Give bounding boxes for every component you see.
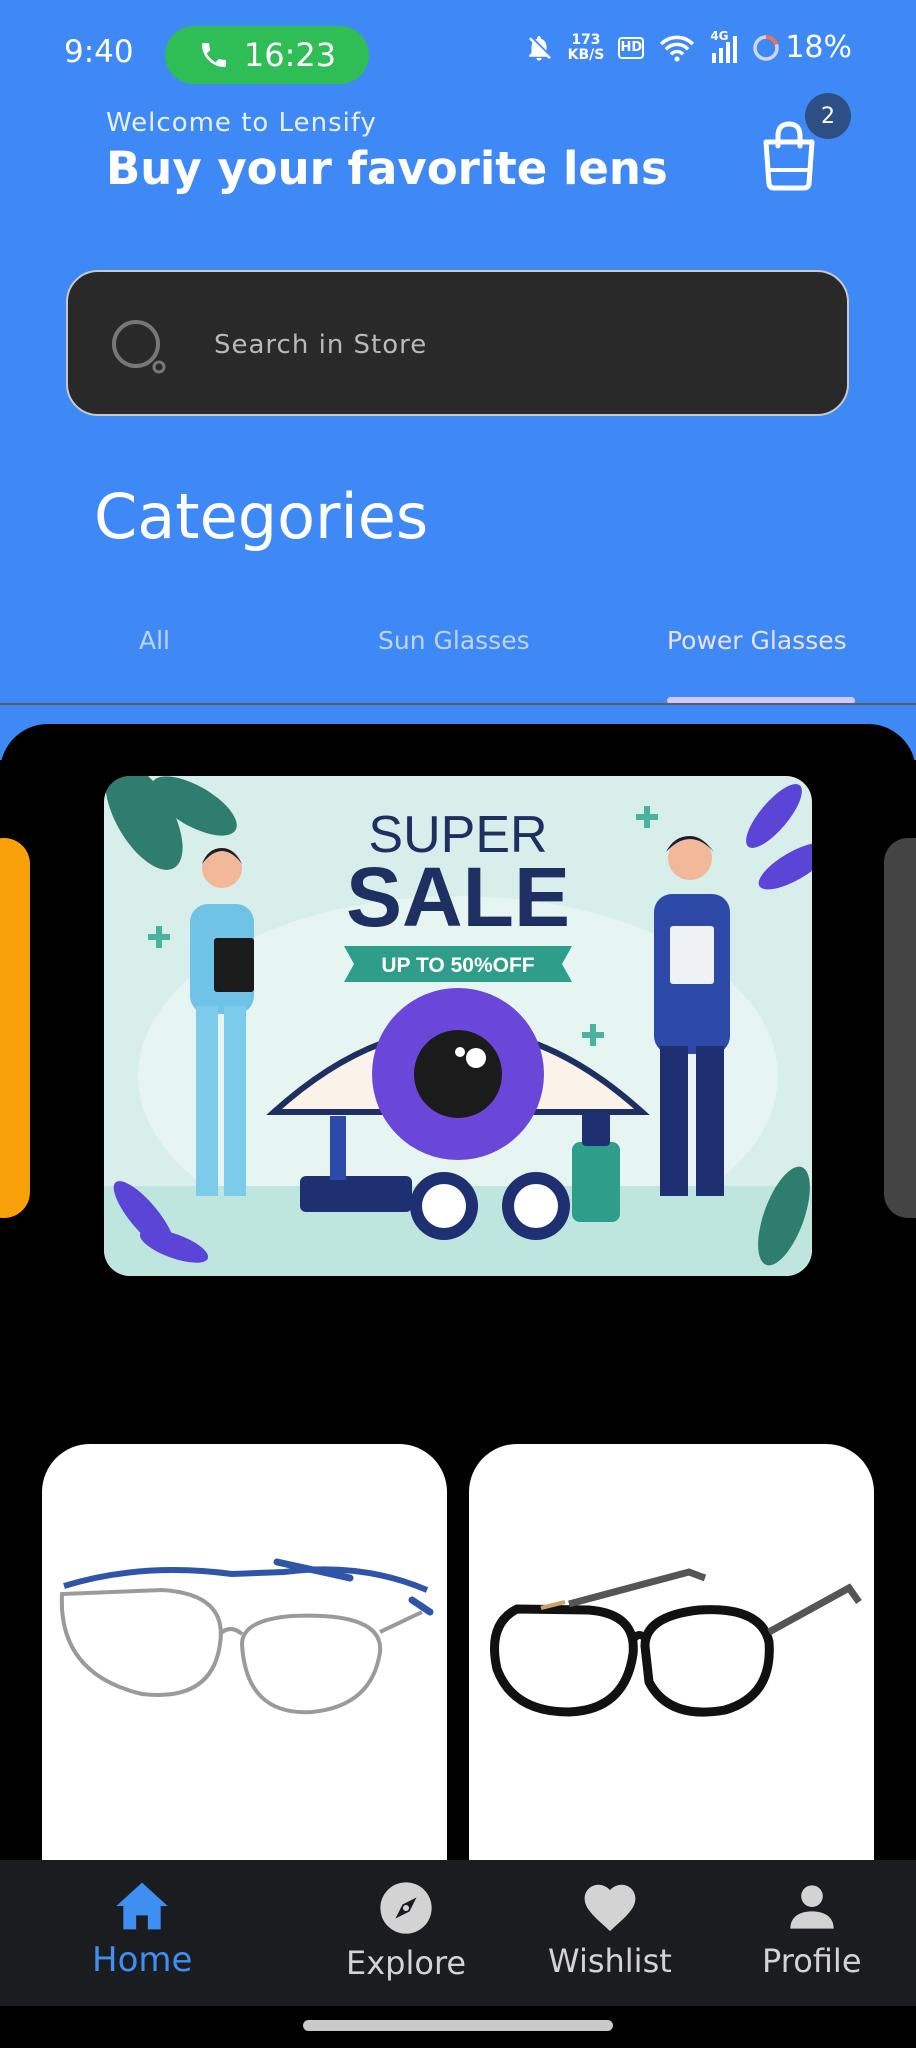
tab-all[interactable]: All xyxy=(139,626,170,655)
battery-percent: 18% xyxy=(785,30,852,65)
page-headline: Buy your favorite lens xyxy=(106,142,668,195)
signal-label: 4G xyxy=(710,28,729,43)
tab-divider xyxy=(0,703,916,705)
nav-wishlist-label: Wishlist xyxy=(548,1942,672,1980)
home-icon xyxy=(116,1882,168,1930)
heart-icon xyxy=(584,1884,636,1932)
person-icon xyxy=(790,1885,834,1929)
search-icon xyxy=(112,320,166,374)
super-sale-illustration: SUPER SALE UP TO 50%OFF xyxy=(104,776,812,1276)
welcome-text: Welcome to Lensify xyxy=(106,108,377,138)
carousel-next-slide[interactable] xyxy=(884,838,916,1218)
mute-bell-icon xyxy=(528,35,551,60)
net-speed-value: 173 xyxy=(571,31,601,48)
nav-explore-label: Explore xyxy=(346,1944,467,1982)
nav-home-label: Home xyxy=(92,1940,193,1980)
battery-ring-icon xyxy=(753,34,780,61)
banner-ribbon: UP TO 50%OFF xyxy=(381,954,534,977)
search-input[interactable]: Search in Store xyxy=(214,330,427,360)
battery-indicator: 18% xyxy=(751,30,852,65)
net-speed-unit: KB/S xyxy=(567,46,605,63)
status-icons: 173 KB/S HD 4G 18% xyxy=(524,29,852,65)
phone-icon xyxy=(201,43,226,67)
gesture-home-bar[interactable] xyxy=(303,2020,613,2031)
product-card[interactable] xyxy=(42,1444,447,1864)
product-image xyxy=(59,1558,434,1715)
nav-home[interactable]: Home xyxy=(92,1880,192,1980)
product-image xyxy=(490,1568,862,1717)
search-bar[interactable]: Search in Store xyxy=(66,270,849,416)
nav-profile-label: Profile xyxy=(762,1942,862,1980)
cell-signal-icon: 4G xyxy=(710,29,738,63)
nav-explore[interactable]: Explore xyxy=(346,1880,466,1982)
promo-banner[interactable]: SUPER SALE UP TO 50%OFF xyxy=(104,776,812,1276)
hd-badge: HD xyxy=(618,36,645,59)
tab-power-glasses[interactable]: Power Glasses xyxy=(667,626,847,655)
nav-profile[interactable]: Profile xyxy=(762,1880,862,1980)
ongoing-call-pill[interactable]: 16:23 xyxy=(165,26,369,84)
categories-title: Categories xyxy=(94,480,429,553)
status-bar: 9:40 16:23 173 KB/S HD 4G 18% xyxy=(0,0,916,110)
status-time: 9:40 xyxy=(64,34,134,70)
wifi-icon xyxy=(660,35,695,62)
compass-icon xyxy=(380,1882,432,1934)
call-timer: 16:23 xyxy=(243,36,337,74)
bottom-nav: Home Explore Wishlist Profile xyxy=(0,1860,916,2006)
carousel-prev-slide[interactable] xyxy=(0,838,30,1218)
net-speed: 173 KB/S xyxy=(567,31,605,63)
banner-sale: SALE xyxy=(346,850,570,944)
product-card[interactable] xyxy=(469,1444,874,1864)
nav-wishlist[interactable]: Wishlist xyxy=(548,1880,672,1980)
tab-sun-glasses[interactable]: Sun Glasses xyxy=(378,626,530,655)
cart-count-badge: 2 xyxy=(805,93,851,139)
